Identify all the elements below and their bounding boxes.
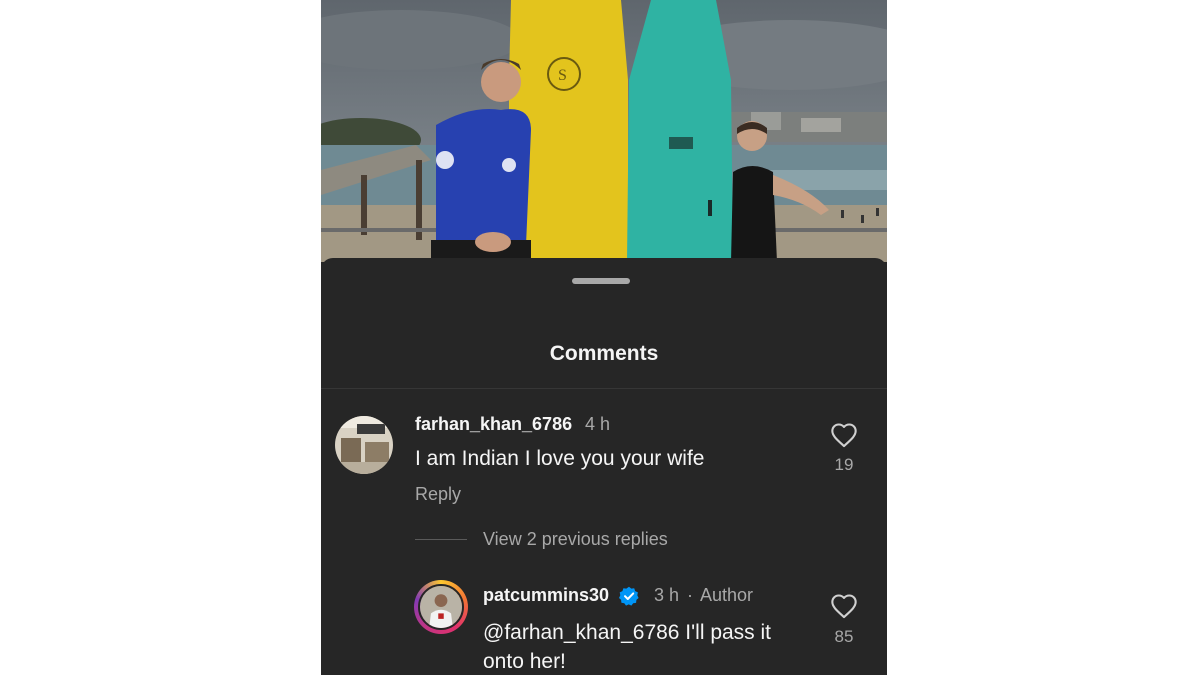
meta-separator: · xyxy=(687,585,693,605)
view-previous-replies-button[interactable]: View 2 previous replies xyxy=(483,529,668,550)
reply-text: @farhan_khan_6786 I'll pass it onto her! xyxy=(483,621,772,673)
comments-sheet: Comments farhan_khan_6786 4 h I am India… xyxy=(321,258,887,675)
verified-badge-icon xyxy=(619,586,639,606)
like-count: 85 xyxy=(834,627,854,646)
reply-button[interactable]: Reply xyxy=(415,484,461,505)
comment-text: I am Indian I love you your wife xyxy=(415,447,705,470)
author-label: Author xyxy=(700,585,754,605)
like-count: 19 xyxy=(834,455,854,474)
divider xyxy=(321,388,887,389)
comment-timestamp: 4 h xyxy=(585,414,611,434)
post-photo: S xyxy=(321,0,887,262)
replies-divider-line xyxy=(415,539,467,540)
svg-text:S: S xyxy=(558,67,567,84)
reply-timestamp: 3 h xyxy=(654,585,680,605)
instagram-post-screen: S Comments farhan_khan_6786 4 h I am Ind… xyxy=(321,0,887,675)
avatar[interactable] xyxy=(335,416,393,474)
sheet-title: Comments xyxy=(549,342,659,365)
heart-outline-icon[interactable] xyxy=(830,593,858,619)
avatar[interactable] xyxy=(418,584,464,630)
heart-outline-icon[interactable] xyxy=(830,422,858,448)
reply-username[interactable]: patcummins30 xyxy=(483,585,609,606)
comment-username[interactable]: farhan_khan_6786 xyxy=(415,414,572,435)
drag-handle[interactable] xyxy=(572,278,630,284)
